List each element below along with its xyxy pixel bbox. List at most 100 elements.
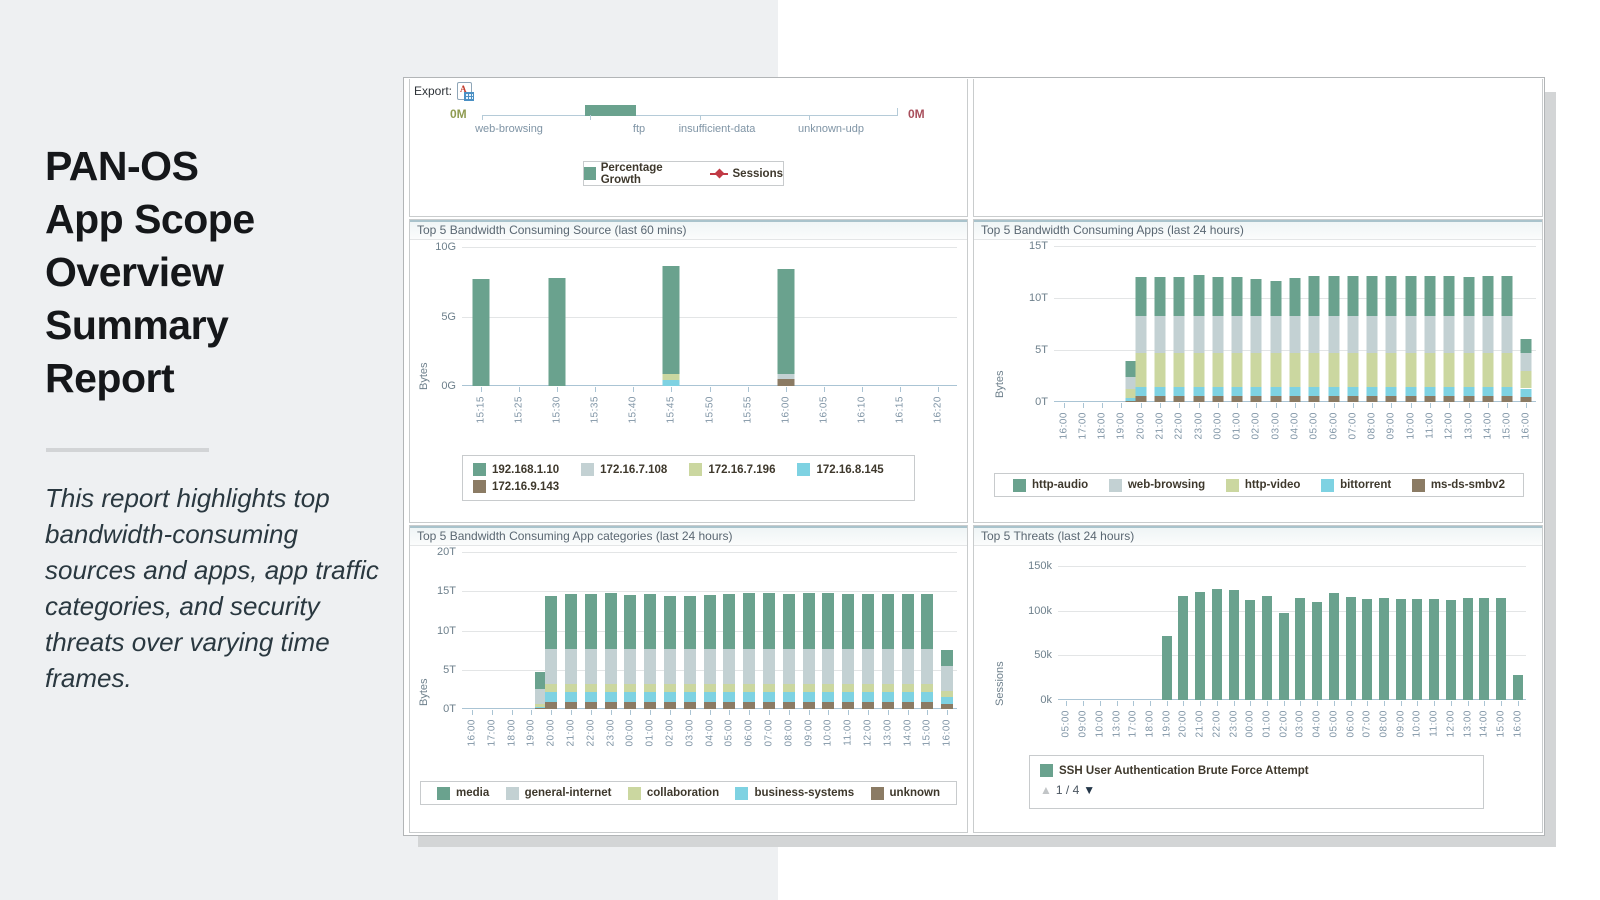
stacked-bar <box>783 552 795 709</box>
x-tick-label: 06:00 <box>1328 412 1339 440</box>
bar-segment <box>1367 396 1378 402</box>
bar-segment <box>1502 387 1513 396</box>
legend-item: collaboration <box>628 787 719 800</box>
x-tick-label: 09:00 <box>1386 412 1397 440</box>
bar-segment <box>902 594 914 649</box>
legend-item: http-video <box>1226 479 1301 492</box>
x-tick-label: 16:00 <box>1512 710 1523 738</box>
x-tick-label: 16:00 <box>942 719 953 747</box>
x-tick-label: 15:55 <box>742 396 753 424</box>
bar-segment <box>1444 387 1455 396</box>
x-tick-label: 14:00 <box>902 719 913 747</box>
legend-items: mediageneral-internetcollaborationbusine… <box>431 787 946 800</box>
bar-segment <box>921 684 933 693</box>
bar-segment <box>1178 596 1188 700</box>
bar-segment <box>1405 276 1416 316</box>
bar-segment <box>1135 353 1146 387</box>
bar-segment <box>585 702 597 709</box>
bar-segment <box>1347 276 1358 316</box>
x-tick-label: 21:00 <box>1195 710 1206 738</box>
bar-segment <box>783 649 795 684</box>
stacked-bar <box>882 552 894 709</box>
x-tick-label: 03:00 <box>1270 412 1281 440</box>
x-tick-label: 17:00 <box>486 719 497 747</box>
bar-segment <box>585 594 597 649</box>
x-tick-label: 09:00 <box>803 719 814 747</box>
legend-swatch <box>1013 479 1026 492</box>
report-frame: Export: A 0M 0M web-browsing ftp insuffi… <box>403 77 1545 836</box>
stacked-bar <box>1232 246 1243 402</box>
bar-segment <box>1290 387 1301 396</box>
tick <box>590 115 591 120</box>
bar-segment <box>862 692 874 701</box>
x-tick-label: 16:10 <box>856 396 867 424</box>
bar-segment <box>1155 387 1166 396</box>
bar-segment <box>644 649 656 684</box>
bar-segment <box>1463 316 1474 353</box>
bar-segment <box>862 702 874 709</box>
bar-segment <box>624 692 636 701</box>
bar-segment <box>902 649 914 684</box>
left-axis-value: 0M <box>450 107 467 121</box>
stacked-bar <box>545 552 557 709</box>
bar-segment <box>723 684 735 693</box>
y-tick-label: 0k <box>1040 694 1052 706</box>
page-title-line: App Scope <box>45 193 395 246</box>
bar-segment <box>1174 396 1185 402</box>
bar-segment <box>1328 353 1339 387</box>
bar-segment <box>842 649 854 684</box>
x-tick-label: 13:00 <box>882 719 893 747</box>
legend-swatch <box>871 787 884 800</box>
legend: 192.168.1.10172.16.7.108172.16.7.196172.… <box>462 455 915 501</box>
bar-segment <box>664 596 676 649</box>
stacked-bar <box>1396 566 1406 700</box>
y-tick-label: 5T <box>443 664 456 676</box>
stacked-bar <box>1379 566 1389 700</box>
x-tick-label: 15:30 <box>552 396 563 424</box>
stacked-bar <box>1347 246 1358 402</box>
bar-segment <box>1193 387 1204 396</box>
pdf-export-icon[interactable]: A <box>457 82 472 100</box>
x-tick-label: 16:20 <box>932 396 943 424</box>
bar-segment <box>941 704 953 709</box>
x-tick-label: 02:00 <box>664 719 675 747</box>
bar-segment <box>1232 277 1243 316</box>
legend-label: media <box>456 787 489 799</box>
x-tick-labels: 05:0009:0010:0013:0017:0018:0019:0020:00… <box>1058 706 1526 754</box>
bar-segment <box>763 702 775 709</box>
chart-grid-glyph <box>464 92 474 101</box>
page-down-icon[interactable]: ▼ <box>1083 783 1095 797</box>
page-up-icon[interactable]: ▲ <box>1040 783 1052 797</box>
legend-item: 172.16.8.145 <box>797 463 883 476</box>
bar-segment <box>1444 276 1455 316</box>
mini-chart-bar <box>585 105 636 116</box>
stacked-bar <box>743 552 755 709</box>
bar-segment <box>1135 277 1146 316</box>
bar-segment <box>777 374 794 380</box>
bar-segment <box>1155 277 1166 317</box>
bar-segment <box>1279 613 1289 700</box>
bar-segment <box>1212 387 1223 396</box>
x-tick-label: 08:00 <box>783 719 794 747</box>
legend-swatch <box>1226 479 1239 492</box>
bar-segment <box>565 594 577 649</box>
x-tick-label: 11:00 <box>843 719 854 746</box>
legend-item: ms-ds-smbv2 <box>1412 479 1505 492</box>
chart-title: Top 5 Threats (last 24 hours) <box>974 526 1542 546</box>
bar-segment <box>704 595 716 649</box>
bar-segment <box>882 692 894 701</box>
x-tick-label: 22:00 <box>585 719 596 747</box>
x-tick-label: 19:00 <box>1116 412 1127 440</box>
legend-item: Sessions <box>710 168 784 180</box>
legend-label: 172.16.7.108 <box>600 464 667 476</box>
legend-label: business-systems <box>754 787 854 799</box>
bar-segment <box>842 594 854 649</box>
x-tick-label: 10:00 <box>823 719 834 747</box>
bar-segment <box>803 649 815 684</box>
stacked-bar <box>1135 246 1146 402</box>
stacked-bar <box>644 552 656 709</box>
bar-segment <box>822 702 834 709</box>
stacked-bar <box>1290 246 1301 402</box>
bar-segment <box>1212 353 1223 387</box>
bar-segment <box>1521 371 1532 389</box>
